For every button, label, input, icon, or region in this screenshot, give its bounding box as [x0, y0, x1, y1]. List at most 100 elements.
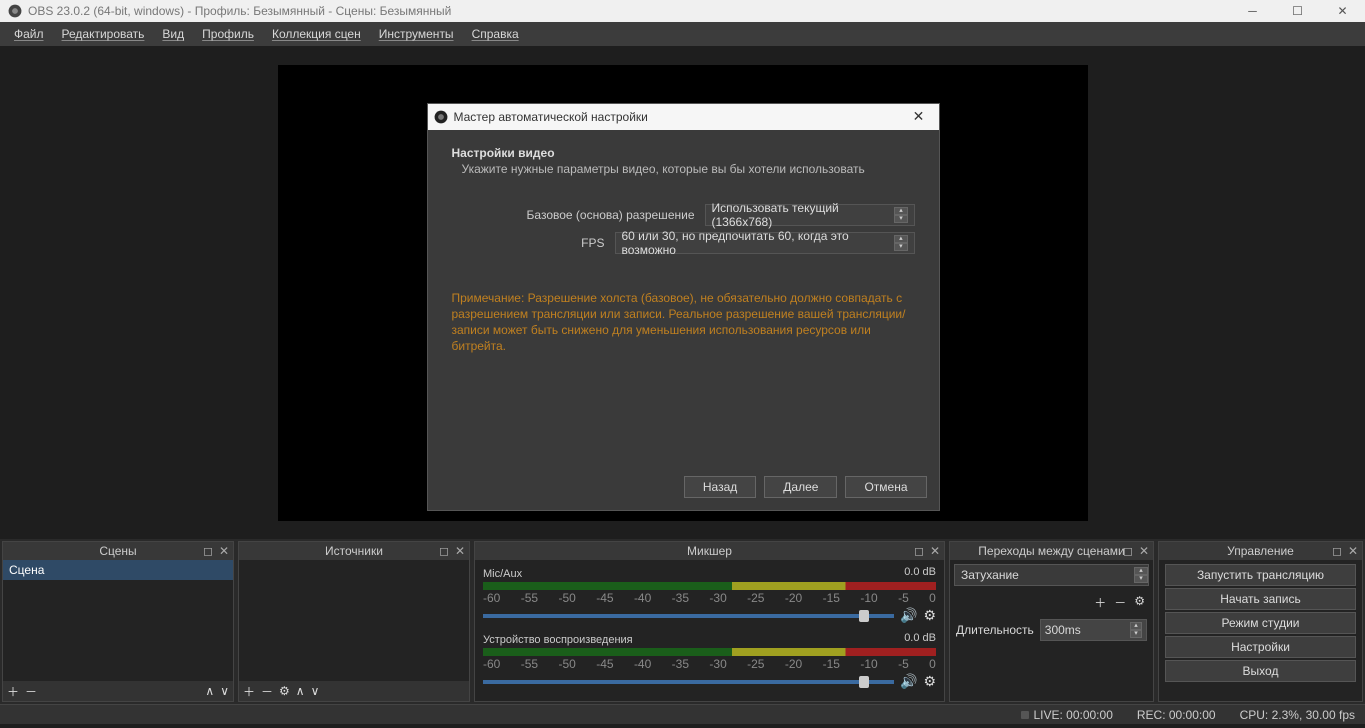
menu-scene-collection[interactable]: Коллекция сцен [264, 25, 369, 43]
close-icon[interactable]: ✕ [219, 544, 229, 558]
transition-select[interactable]: Затухание ▴▾ [954, 564, 1149, 586]
transitions-title: Переходы между сценами [978, 544, 1124, 558]
desktop-volume-slider[interactable] [483, 680, 894, 684]
spinner-icon[interactable]: ▴▾ [1134, 567, 1148, 583]
speaker-icon[interactable]: 🔊 [900, 673, 917, 690]
docked-panels: Сцены ◻✕ Сцена ＋ － ∧ ∨ Источники ◻✕ ＋ － … [0, 539, 1365, 704]
menu-file[interactable]: Файл [6, 25, 52, 43]
settings-button[interactable]: Настройки [1165, 636, 1356, 658]
detach-icon[interactable]: ◻ [914, 544, 924, 558]
menu-help[interactable]: Справка [464, 25, 527, 43]
remove-scene-button[interactable]: － [25, 683, 37, 700]
move-scene-down-button[interactable]: ∨ [220, 684, 229, 698]
fps-select[interactable]: 60 или 30, но предпочитать 60, когда это… [615, 232, 915, 254]
wizard-note: Примечание: Разрешение холста (базовое),… [452, 290, 915, 355]
close-icon[interactable]: ✕ [1139, 544, 1149, 558]
close-button[interactable]: ✕ [1320, 0, 1365, 22]
wizard-cancel-button[interactable]: Отмена [845, 476, 926, 498]
transitions-panel-header[interactable]: Переходы между сценами ◻ ✕ [950, 542, 1153, 560]
desktop-meter [483, 648, 936, 656]
menubar: Файл Редактировать Вид Профиль Коллекция… [0, 22, 1365, 46]
exit-button[interactable]: Выход [1165, 660, 1356, 682]
mixer-panel-header[interactable]: Микшер ◻✕ [475, 542, 944, 560]
controls-title: Управление [1227, 544, 1294, 558]
maximize-button[interactable]: ☐ [1275, 0, 1320, 22]
mic-volume-slider[interactable] [483, 614, 894, 618]
controls-panel: Управление ◻ ✕ Запустить трансляцию Начат… [1158, 541, 1363, 702]
speaker-icon[interactable]: 🔊 [900, 607, 917, 624]
wizard-subheading: Укажите нужные параметры видео, которые … [452, 162, 915, 176]
close-icon[interactable]: ✕ [1348, 544, 1358, 558]
menu-profile[interactable]: Профиль [194, 25, 262, 43]
menu-edit[interactable]: Редактировать [54, 25, 153, 43]
wizard-title: Мастер автоматической настройки [454, 110, 648, 124]
move-source-up-button[interactable]: ∧ [296, 684, 305, 698]
transitions-panel: Переходы между сценами ◻ ✕ Затухание ▴▾ ＋… [949, 541, 1154, 702]
window-title: OBS 23.0.2 (64-bit, windows) - Профиль: … [28, 4, 451, 18]
mic-db: 0.0 dB [904, 566, 936, 578]
resolution-label: Базовое (основа) разрешение [527, 208, 695, 222]
detach-icon[interactable]: ◻ [439, 544, 449, 558]
resolution-select[interactable]: Использовать текущий (1366x768) ▴▾ [705, 204, 915, 226]
mic-meter [483, 582, 936, 590]
mixer-channel-desktop: Устройство воспроизведения 0.0 dB -60-55… [477, 630, 942, 696]
detach-icon[interactable]: ◻ [1123, 544, 1133, 558]
studio-mode-button[interactable]: Режим студии [1165, 612, 1356, 634]
status-cpu: CPU: 2.3%, 30.00 fps [1240, 708, 1355, 722]
spinner-icon[interactable]: ▴▾ [1130, 622, 1142, 638]
preview-area: Мастер автоматической настройки ✕ Настро… [0, 46, 1365, 539]
close-icon[interactable]: ✕ [930, 544, 940, 558]
move-source-down-button[interactable]: ∨ [311, 684, 320, 698]
mic-label: Mic/Aux [483, 568, 522, 580]
desktop-label: Устройство воспроизведения [483, 634, 633, 646]
wizard-next-button[interactable]: Далее [764, 476, 837, 498]
transition-properties-button[interactable]: ⚙ [1134, 594, 1145, 611]
spinner-icon[interactable]: ▴▾ [894, 235, 907, 251]
obs-logo-icon [8, 4, 22, 18]
status-live: LIVE: 00:00:00 [1021, 708, 1112, 722]
wizard-titlebar[interactable]: Мастер автоматической настройки ✕ [428, 104, 939, 130]
window-titlebar: OBS 23.0.2 (64-bit, windows) - Профиль: … [0, 0, 1365, 22]
sources-panel: Источники ◻ ✕ ＋ － ⚙ ∧ ∨ [238, 541, 470, 702]
start-recording-button[interactable]: Начать запись [1165, 588, 1356, 610]
start-streaming-button[interactable]: Запустить трансляцию [1165, 564, 1356, 586]
preview-canvas[interactable]: Мастер автоматической настройки ✕ Настро… [278, 65, 1088, 521]
gear-icon[interactable]: ⚙ [923, 673, 936, 690]
duration-label: Длительность [956, 623, 1034, 637]
add-transition-button[interactable]: ＋ [1094, 594, 1106, 611]
sources-title: Источники [325, 544, 383, 558]
status-bar: LIVE: 00:00:00 REC: 00:00:00 CPU: 2.3%, … [0, 704, 1365, 724]
desktop-db: 0.0 dB [904, 632, 936, 644]
detach-icon[interactable]: ◻ [1332, 544, 1342, 558]
detach-icon[interactable]: ◻ [203, 544, 213, 558]
meter-ticks: -60-55-50-45-40-35-30-25-20-15-10-50 [483, 657, 936, 671]
move-scene-up-button[interactable]: ∧ [205, 684, 214, 698]
scenes-panel-header[interactable]: Сцены ◻✕ [3, 542, 233, 560]
status-rec: REC: 00:00:00 [1137, 708, 1216, 722]
wizard-close-button[interactable]: ✕ [899, 104, 939, 130]
transition-value: Затухание [955, 565, 1130, 585]
duration-value: 300ms [1045, 623, 1081, 637]
sources-panel-header[interactable]: Источники ◻ ✕ [239, 542, 469, 560]
resolution-value: Использовать текущий (1366x768) [712, 201, 891, 229]
close-icon[interactable]: ✕ [455, 544, 465, 558]
controls-panel-header[interactable]: Управление ◻ ✕ [1159, 542, 1362, 560]
fps-label: FPS [581, 236, 604, 250]
menu-view[interactable]: Вид [154, 25, 192, 43]
minimize-button[interactable]: ─ [1230, 0, 1275, 22]
gear-icon[interactable]: ⚙ [923, 607, 936, 624]
obs-logo-icon [434, 110, 448, 124]
source-properties-button[interactable]: ⚙ [279, 684, 290, 698]
menu-tools[interactable]: Инструменты [371, 25, 462, 43]
add-scene-button[interactable]: ＋ [7, 683, 19, 700]
remove-source-button[interactable]: － [261, 683, 273, 700]
scene-list-item[interactable]: Сцена [3, 560, 233, 580]
mixer-channel-mic: Mic/Aux 0.0 dB -60-55-50-45-40-35-30-25-… [477, 564, 942, 630]
scenes-panel: Сцены ◻✕ Сцена ＋ － ∧ ∨ [2, 541, 234, 702]
remove-transition-button[interactable]: － [1114, 594, 1126, 611]
add-source-button[interactable]: ＋ [243, 683, 255, 700]
spinner-icon[interactable]: ▴▾ [894, 207, 907, 223]
duration-input[interactable]: 300ms ▴▾ [1040, 619, 1147, 641]
wizard-back-button[interactable]: Назад [684, 476, 756, 498]
meter-ticks: -60-55-50-45-40-35-30-25-20-15-10-50 [483, 591, 936, 605]
